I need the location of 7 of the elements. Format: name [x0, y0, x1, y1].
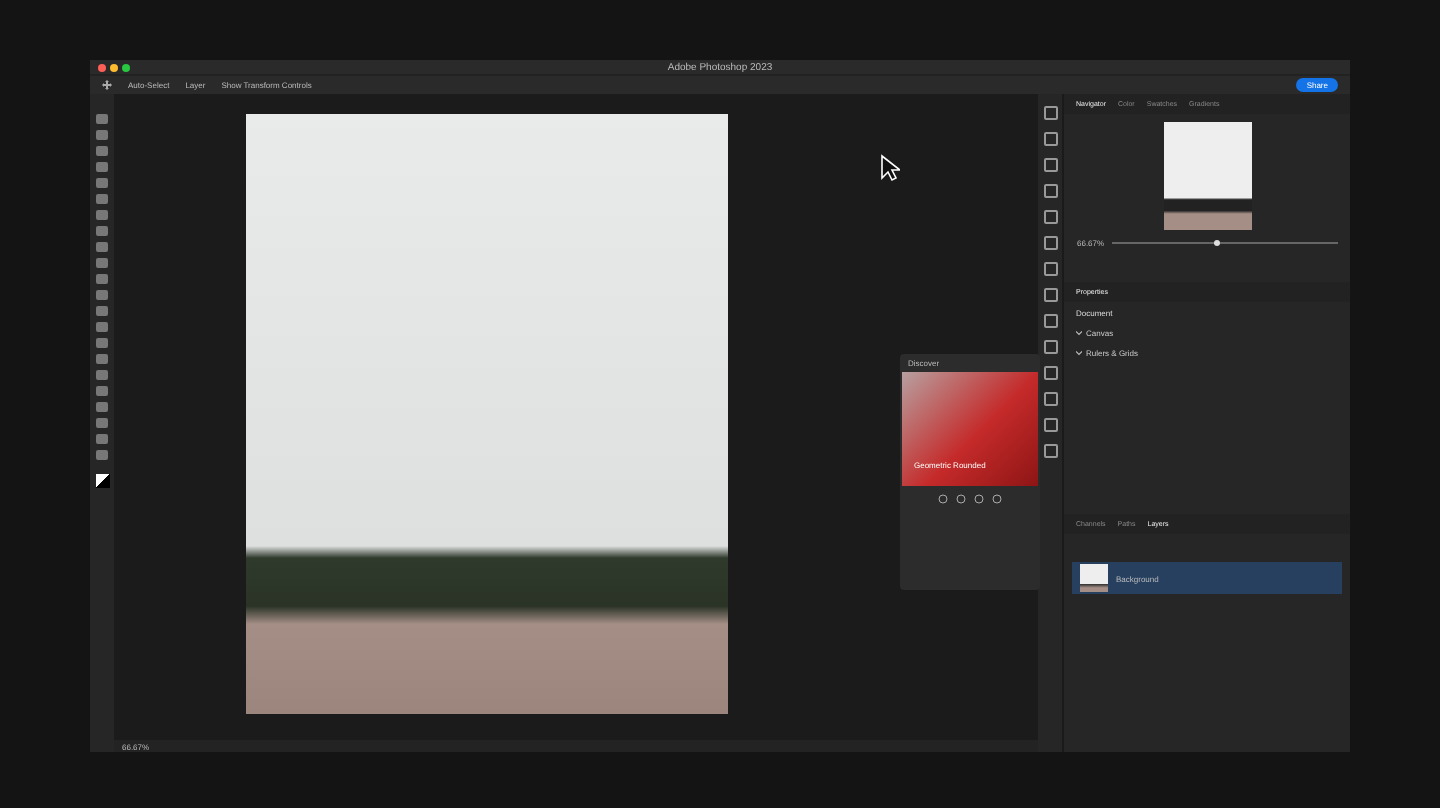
cursor-icon: [880, 154, 900, 182]
chevron-icon[interactable]: [1076, 350, 1082, 356]
color-swatch-icon[interactable]: [95, 474, 109, 488]
chevron-icon[interactable]: [1076, 330, 1082, 336]
move-tool-icon[interactable]: [102, 80, 112, 90]
navigator-thumbnail: [1163, 122, 1251, 230]
layer-thumbnail: [1080, 564, 1108, 592]
